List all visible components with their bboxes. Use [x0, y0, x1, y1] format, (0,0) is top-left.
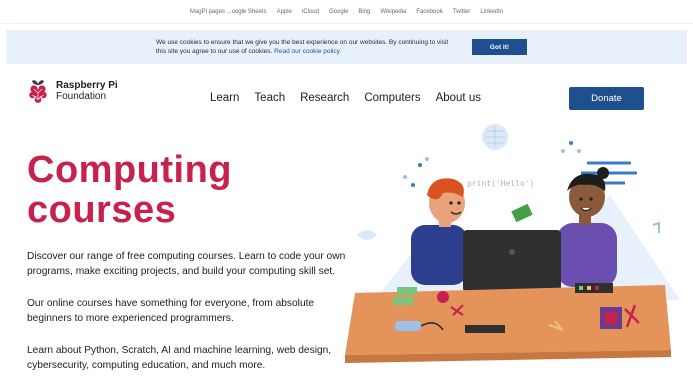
logo-line-1: Raspberry Pi	[56, 80, 118, 91]
page-title: Computing courses	[27, 150, 232, 230]
audience-paragraph: Our online courses have something for ev…	[27, 298, 315, 324]
browser-page: MagPi pages ...oogle Sheets Apple iCloud…	[0, 0, 693, 386]
cookie-policy-link[interactable]: Read our cookie policy.	[274, 48, 341, 55]
hero-illustration: print('Hello')	[345, 124, 680, 363]
main-nav: Learn Teach Research Computers About us	[210, 92, 481, 104]
speech-text: print('Hello')	[467, 179, 534, 188]
intro-paragraph: Discover our range of free computing cou…	[27, 251, 346, 277]
bookmark-item[interactable]: Apple	[277, 9, 292, 15]
raspberry-icon	[29, 80, 47, 103]
bookmark-item[interactable]: Wikipedia	[380, 9, 406, 15]
bookmark-item[interactable]: Twitter	[453, 9, 471, 15]
bookmark-item[interactable]: MagPi pages ...oogle Sheets	[190, 9, 267, 15]
topics-paragraph: Learn about Python, Scratch, AI and mach…	[27, 345, 332, 371]
logo-line-2: Foundation	[56, 91, 107, 102]
nav-item-computers[interactable]: Computers	[364, 92, 420, 104]
site-logo[interactable]: Raspberry Pi Foundation	[26, 78, 118, 104]
cookie-message: We use cookies to ensure that we give yo…	[156, 38, 456, 56]
girl-character	[557, 167, 617, 287]
nav-item-teach[interactable]: Teach	[254, 92, 285, 104]
nav-item-research[interactable]: Research	[300, 92, 349, 104]
bookmark-item[interactable]: Bing	[358, 9, 370, 15]
nav-item-learn[interactable]: Learn	[210, 92, 239, 104]
donate-button[interactable]: Donate	[569, 87, 644, 110]
bookmark-item[interactable]: iCloud	[302, 9, 319, 15]
bookmark-item[interactable]: Google	[329, 9, 348, 15]
title-line-2: courses	[27, 189, 177, 231]
cookie-accept-button[interactable]: Got it!	[472, 39, 527, 55]
bookmark-item[interactable]: Facebook	[416, 9, 442, 15]
table	[345, 285, 671, 363]
nav-item-about-us[interactable]: About us	[436, 92, 481, 104]
cookie-banner: We use cookies to ensure that we give yo…	[6, 30, 687, 64]
bookmark-item[interactable]: LinkedIn	[480, 9, 503, 15]
bookmarks-bar: MagPi pages ...oogle Sheets Apple iCloud…	[0, 0, 693, 24]
title-line-1: Computing	[27, 149, 233, 191]
